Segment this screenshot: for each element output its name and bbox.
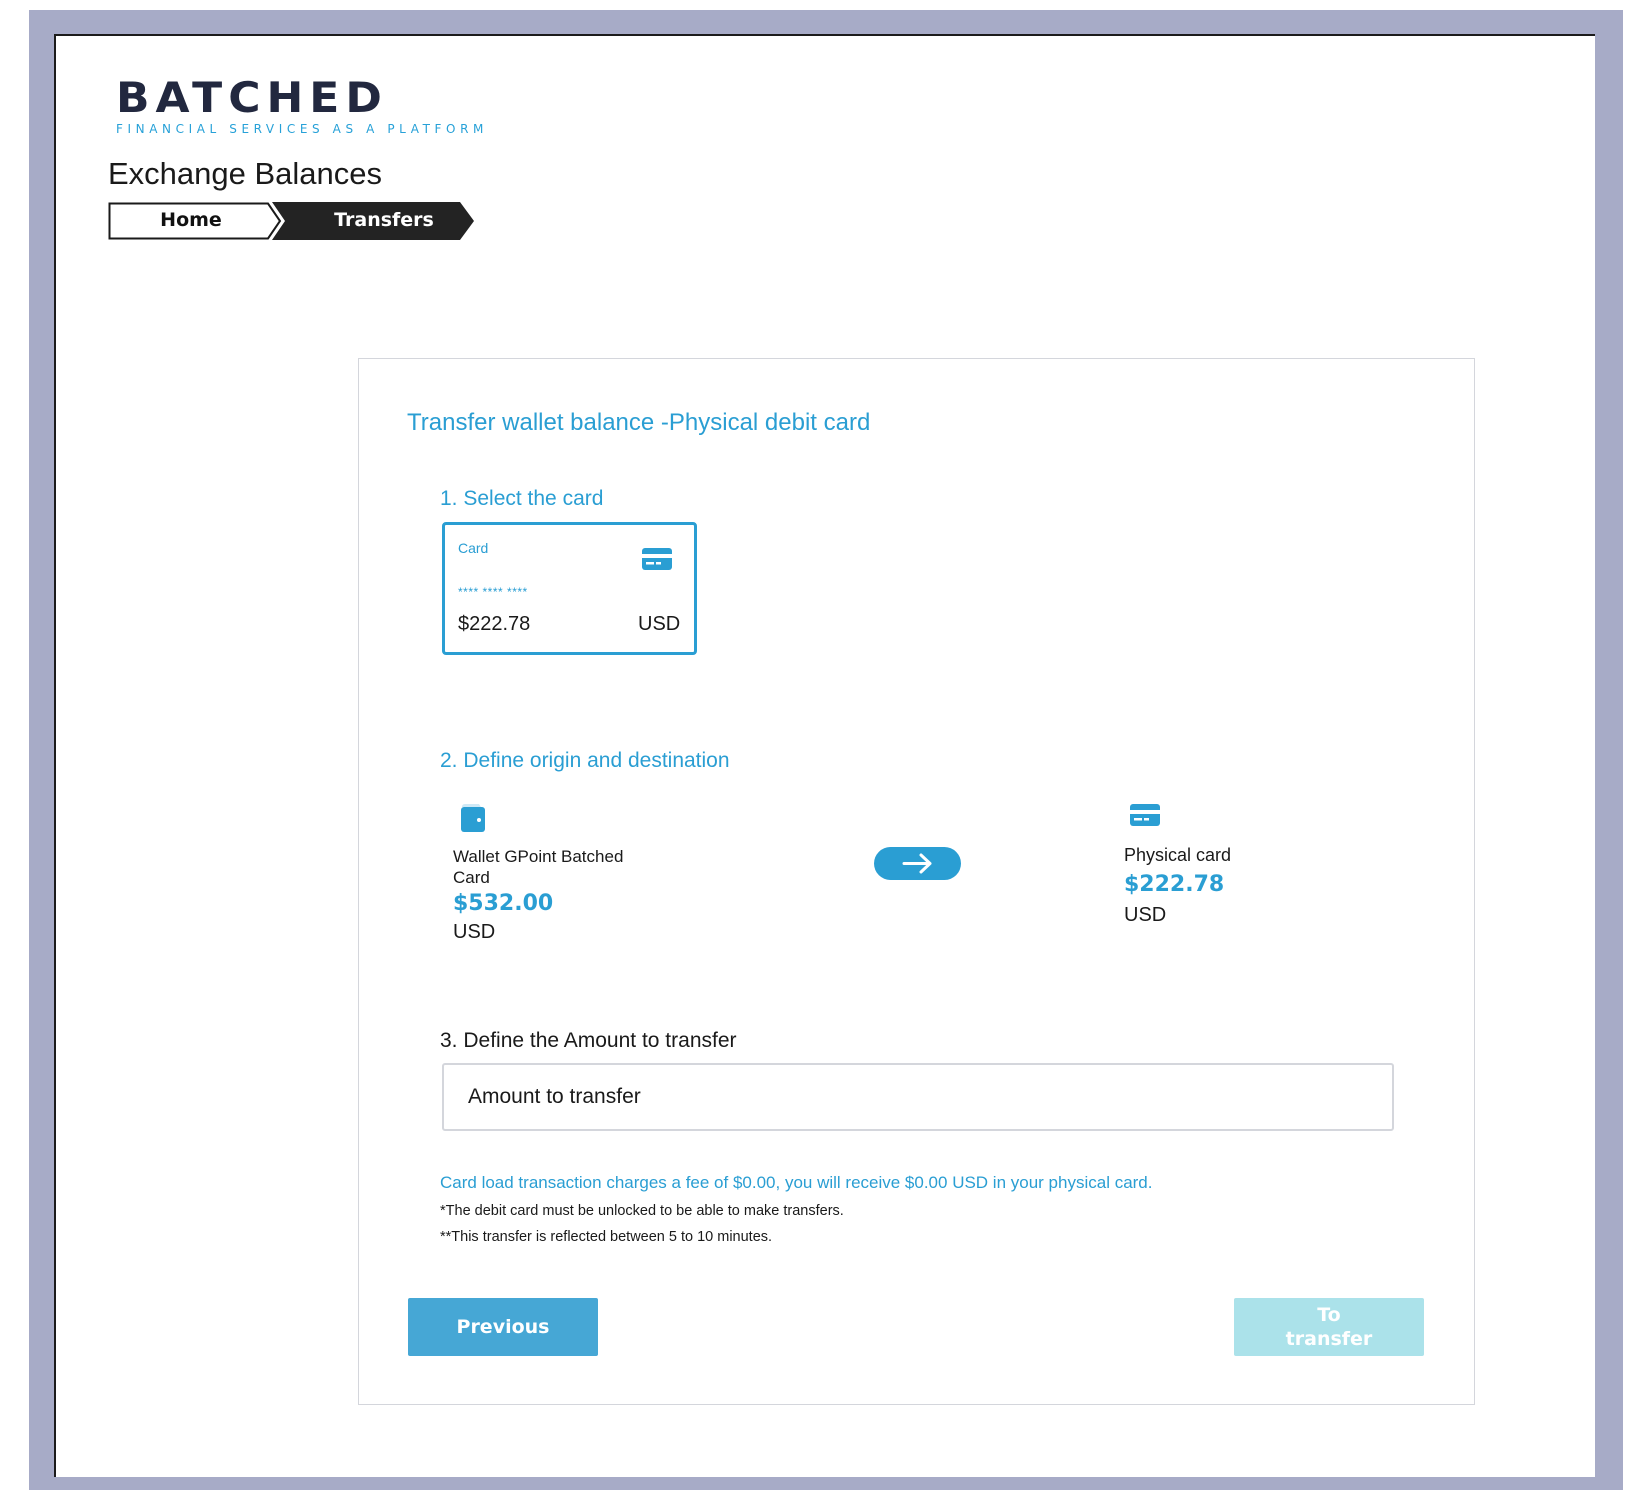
step2-label: 2. Define origin and destination xyxy=(440,749,730,772)
card-balance: $222.78 xyxy=(458,613,531,635)
panel-title: Transfer wallet balance -Physical debit … xyxy=(407,409,871,436)
breadcrumb-home[interactable]: Home xyxy=(108,202,274,239)
arrow-right-icon xyxy=(902,853,932,874)
card-option-label: Card xyxy=(458,540,489,556)
previous-button[interactable]: Previous xyxy=(408,1298,598,1356)
page-title: Exchange Balances xyxy=(108,156,383,191)
origin-amount: $532.00 xyxy=(453,891,554,916)
card-currency: USD xyxy=(638,613,681,635)
transfer-button[interactable]: To transfer xyxy=(1234,1298,1424,1356)
card-masked-number: **** **** **** xyxy=(458,585,528,599)
swap-direction-button[interactable] xyxy=(874,847,961,880)
step1-label: 1. Select the card xyxy=(440,487,604,510)
destination-name: Physical card xyxy=(1124,845,1232,865)
amount-input[interactable] xyxy=(442,1063,1394,1131)
breadcrumb: Home Transfers xyxy=(108,202,488,240)
fee-note: Card load transaction charges a fee of $… xyxy=(440,1173,1153,1192)
origin-name: Wallet GPoint Batched Card xyxy=(453,847,624,887)
destination-currency: USD xyxy=(1124,904,1167,926)
breadcrumb-transfers[interactable]: Transfers xyxy=(294,202,474,239)
credit-card-icon xyxy=(641,547,673,575)
logo-wordmark: BATCHED xyxy=(116,74,388,123)
unlock-note: *The debit card must be unlocked to be a… xyxy=(440,1203,844,1219)
destination-amount: $222.78 xyxy=(1124,872,1225,897)
step3-label: 3. Define the Amount to transfer xyxy=(440,1029,737,1052)
logo-tagline: FINANCIAL SERVICES AS A PLATFORM xyxy=(116,122,488,136)
wallet-icon xyxy=(459,803,487,837)
origin-currency: USD xyxy=(453,921,496,943)
timing-note: **This transfer is reflected between 5 t… xyxy=(440,1229,773,1245)
batched-logo: BATCHED FINANCIAL SERVICES AS A PLATFORM xyxy=(116,74,483,138)
credit-card-icon xyxy=(1129,803,1161,831)
card-option[interactable]: Card **** **** **** $222.78 USD xyxy=(442,522,697,655)
transfer-panel: Transfer wallet balance -Physical debit … xyxy=(358,358,1475,1405)
